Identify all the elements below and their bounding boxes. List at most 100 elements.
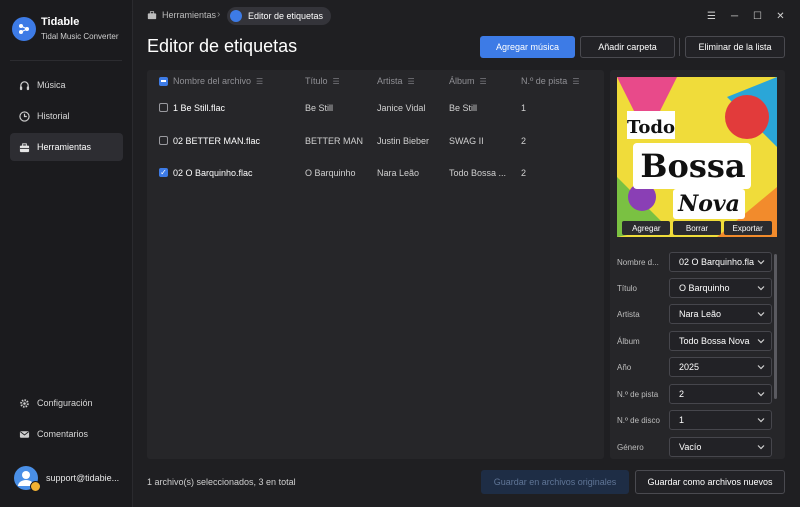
field-label-track: N.º de pista (617, 390, 659, 399)
year-field[interactable]: 2025 (669, 357, 772, 377)
avatar (14, 466, 41, 492)
close-icon[interactable]: ✕ (769, 8, 792, 24)
toolbox-icon (18, 141, 30, 153)
selection-status: 1 archivo(s) seleccionados, 3 en total (147, 477, 296, 487)
toolbar-divider (679, 38, 680, 56)
gear-icon (18, 397, 30, 409)
chevron-down-icon (757, 312, 765, 317)
chevron-down-icon (757, 365, 765, 370)
breadcrumb-current-label: Editor de etiquetas (248, 11, 324, 21)
chevron-right-icon: › (217, 9, 221, 20)
sort-icon: ☰ (407, 76, 415, 86)
track-number-field[interactable]: 2 (669, 384, 772, 404)
sidebar-item-label: Música (37, 80, 66, 90)
sidebar-item-configuracion[interactable]: Configuración (10, 389, 123, 417)
disc-number-field[interactable]: 1 (669, 410, 772, 430)
column-header-artist[interactable]: Artista ☰ (377, 76, 415, 86)
menu-icon[interactable]: ☰ (700, 8, 723, 24)
sidebar-item-label: Historial (37, 111, 70, 121)
user-account[interactable]: support@tidabie... (14, 466, 120, 492)
sidebar-divider (10, 60, 122, 61)
app-name: Tidable (41, 16, 80, 28)
table-header: Nombre del archivo ☰ Título ☰ Artista ☰ Álb… (147, 70, 604, 92)
cover-export-button[interactable]: Exportar (723, 221, 772, 235)
column-header-album[interactable]: Álbum ☰ (449, 76, 487, 86)
user-email: support@tidabie... (46, 473, 120, 483)
cover-text-3: Nova (677, 191, 740, 217)
app-logo-icon (12, 16, 36, 41)
field-label-filename: Nombre d... (617, 258, 659, 267)
field-label-year: Año (617, 363, 632, 372)
window-controls: ☰ ─ ☐ ✕ (700, 8, 792, 24)
brand: Tidable Tidal Music Converter (12, 16, 119, 41)
premium-badge-icon (30, 481, 41, 492)
column-header-track[interactable]: N.º de pista ☰ (521, 76, 579, 86)
sidebar-item-label: Configuración (37, 398, 93, 408)
sort-icon: ☰ (479, 76, 487, 86)
sort-icon: ☰ (572, 76, 580, 86)
table-row[interactable]: ✓ 02 O Barquinho.flac O Barquinho Nara L… (147, 157, 604, 189)
row-checkbox[interactable] (159, 103, 168, 112)
cover-actions: Agregar Borrar Exportar (617, 219, 777, 237)
table-row[interactable]: 02 BETTER MAN.flac BETTER MAN Justin Bie… (147, 125, 604, 157)
sidebar-item-herramientas[interactable]: Herramientas (10, 133, 123, 161)
minimize-icon[interactable]: ─ (723, 8, 746, 24)
fields-scrollbar[interactable] (774, 254, 777, 399)
chevron-down-icon (757, 286, 765, 291)
chevron-down-icon (757, 392, 765, 397)
app-subtitle: Tidal Music Converter (41, 32, 119, 41)
clock-icon (18, 110, 30, 122)
top-bar: Herramientas › Editor de etiquetas ☰ ─ ☐… (133, 0, 800, 32)
chevron-down-icon (757, 445, 765, 450)
field-label-title: Título (617, 284, 638, 293)
cover-text-1: Todo (627, 117, 675, 138)
field-label-genre: Género (617, 443, 644, 452)
add-folder-button[interactable]: Añadir carpeta (580, 36, 675, 58)
sort-icon: ☰ (256, 76, 264, 86)
save-new-button[interactable]: Guardar como archivos nuevos (635, 470, 785, 494)
breadcrumb-current: Editor de etiquetas (227, 7, 332, 25)
column-header-title[interactable]: Título ☰ (305, 76, 340, 86)
remove-from-list-button[interactable]: Eliminar de la lista (685, 36, 785, 58)
tag-editor-panel: Todo Bossa Nova Agregar Borrar Exportar … (610, 70, 785, 459)
genre-field[interactable]: Vacío (669, 437, 772, 457)
sidebar-item-musica[interactable]: Música (10, 71, 123, 99)
album-field[interactable]: Todo Bossa Nova (669, 331, 772, 351)
toolbox-icon (147, 11, 157, 20)
cover-delete-button[interactable]: Borrar (672, 221, 721, 235)
chevron-down-icon (757, 418, 765, 423)
title-field[interactable]: O Barquinho (669, 278, 772, 298)
headphones-icon (18, 79, 30, 91)
maximize-icon[interactable]: ☐ (746, 8, 769, 24)
table-row[interactable]: 1 Be Still.flac Be Still Janice Vidal Be… (147, 92, 604, 124)
save-original-button[interactable]: Guardar en archivos originales (481, 470, 629, 494)
file-table: Nombre del archivo ☰ Título ☰ Artista ☰ Álb… (147, 70, 604, 459)
column-header-file[interactable]: Nombre del archivo ☰ (173, 76, 263, 86)
field-label-artist: Artista (617, 310, 640, 319)
sidebar-item-label: Comentarios (37, 429, 89, 439)
sidebar-item-comentarios[interactable]: Comentarios (10, 420, 123, 448)
tag-icon (230, 10, 242, 22)
add-music-button[interactable]: Agregar música (480, 36, 575, 58)
row-checkbox[interactable] (159, 136, 168, 145)
filename-field[interactable]: 02 O Barquinho.fla (669, 252, 772, 272)
select-all-checkbox[interactable] (159, 77, 168, 86)
artist-field[interactable]: Nara Leão (669, 304, 772, 324)
row-checkbox[interactable]: ✓ (159, 168, 168, 177)
sidebar-item-historial[interactable]: Historial (10, 102, 123, 130)
album-cover-art: Todo Bossa Nova (617, 77, 777, 237)
sidebar: Tidable Tidal Music Converter Música His… (0, 0, 133, 507)
cover-add-button[interactable]: Agregar (622, 221, 671, 235)
page-title: Editor de etiquetas (147, 36, 298, 56)
breadcrumb-home-label: Herramientas (162, 10, 217, 20)
chevron-down-icon (757, 339, 765, 344)
chevron-down-icon (757, 260, 765, 265)
mail-icon (18, 428, 30, 440)
sidebar-item-label: Herramientas (37, 142, 92, 152)
field-label-album: Álbum (617, 337, 640, 346)
field-label-disc: N.º de disco (617, 416, 660, 425)
sort-icon: ☰ (332, 76, 340, 86)
breadcrumb-home[interactable]: Herramientas (147, 10, 216, 20)
album-cover: Todo Bossa Nova Agregar Borrar Exportar (617, 77, 777, 237)
cover-text-2: Bossa (640, 147, 745, 185)
